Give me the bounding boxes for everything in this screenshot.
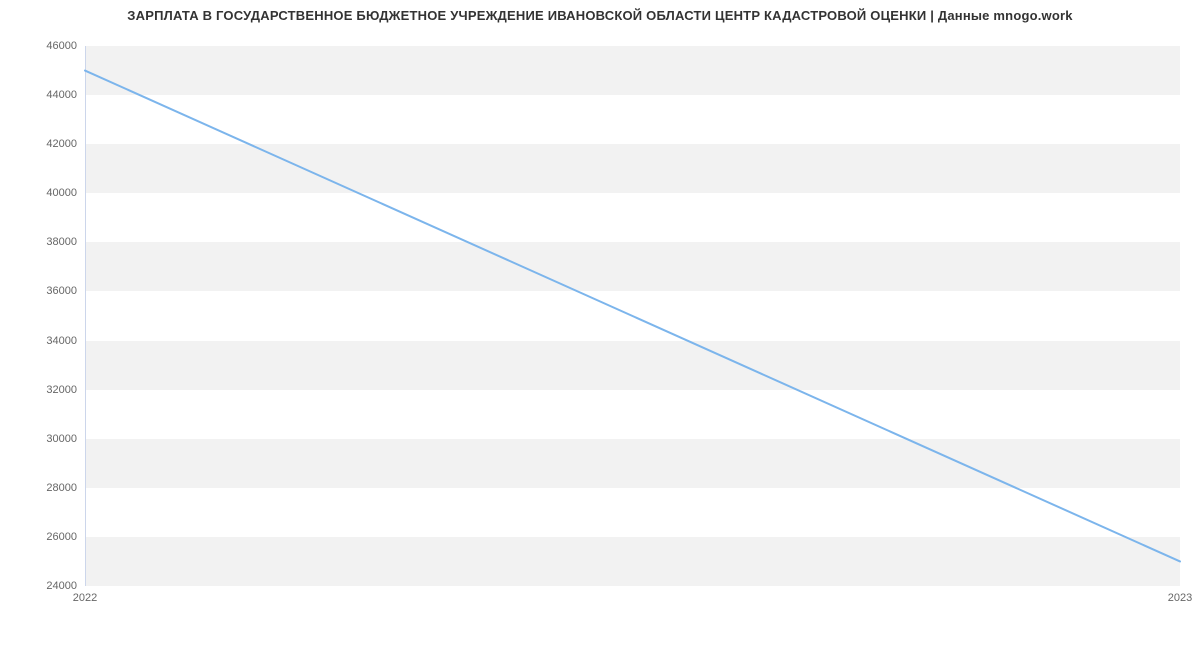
y-axis: 2400026000280003000032000340003600038000…: [0, 46, 85, 586]
y-tick-label: 30000: [46, 433, 77, 445]
series-line: [85, 71, 1180, 562]
chart-title: ЗАРПЛАТА В ГОСУДАРСТВЕННОЕ БЮДЖЕТНОЕ УЧР…: [0, 8, 1200, 23]
y-tick-label: 38000: [46, 236, 77, 248]
x-tick-label: 2022: [73, 592, 97, 604]
y-tick-label: 24000: [46, 580, 77, 592]
x-axis: 20222023: [85, 586, 1180, 616]
y-tick-label: 42000: [46, 138, 77, 150]
y-tick-label: 32000: [46, 384, 77, 396]
chart-container: ЗАРПЛАТА В ГОСУДАРСТВЕННОЕ БЮДЖЕТНОЕ УЧР…: [0, 0, 1200, 620]
line-series: [85, 46, 1180, 586]
y-tick-label: 26000: [46, 531, 77, 543]
y-tick-label: 34000: [46, 335, 77, 347]
y-tick-label: 36000: [46, 285, 77, 297]
y-tick-label: 28000: [46, 482, 77, 494]
x-tick-label: 2023: [1168, 592, 1192, 604]
y-tick-label: 44000: [46, 89, 77, 101]
y-tick-label: 40000: [46, 187, 77, 199]
plot-area: [85, 46, 1180, 586]
y-tick-label: 46000: [46, 40, 77, 52]
